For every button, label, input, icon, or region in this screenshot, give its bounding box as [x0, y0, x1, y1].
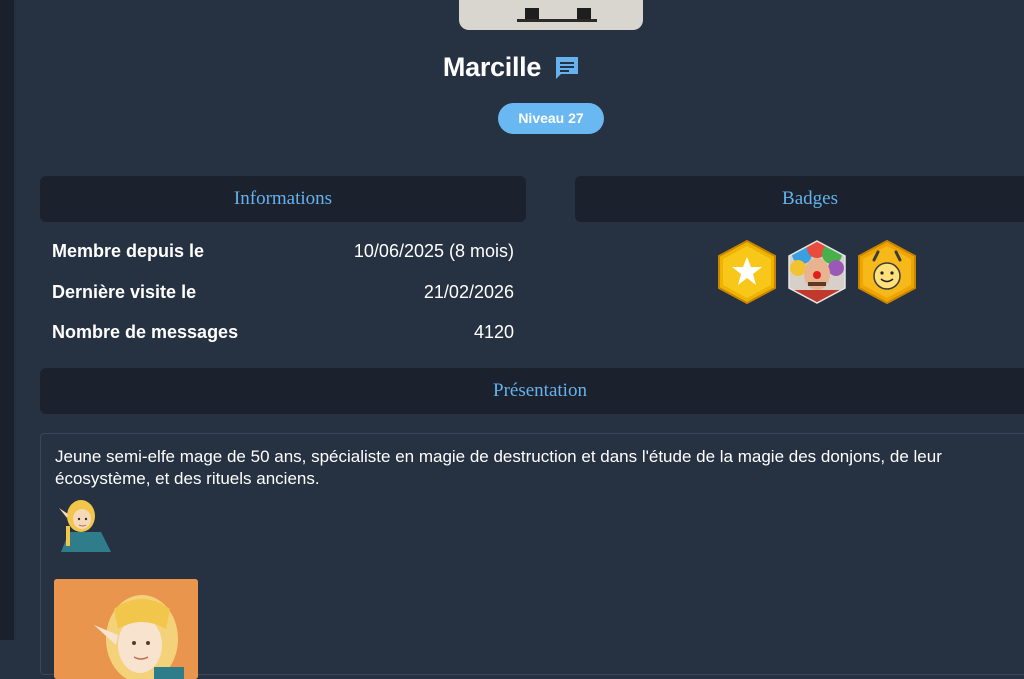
profile-avatar: [459, 0, 643, 30]
character-emote-image: [59, 500, 111, 552]
info-value: 4120: [473, 322, 514, 342]
informations-title: Informations: [233, 188, 333, 209]
info-value: 10/06/2025 (8 mois): [353, 241, 514, 261]
info-label: Nombre de messages: [52, 322, 239, 342]
profile-name: Marcille: [442, 52, 542, 82]
info-row-message-count: Nombre de messages 4120: [52, 322, 514, 344]
message-icon[interactable]: [553, 54, 581, 82]
badges-title: Badges: [782, 188, 838, 209]
level-badge: Niveau 27: [498, 103, 604, 134]
info-label: Dernière visite le: [52, 282, 197, 302]
badge-list: [716, 240, 918, 304]
profile-header: Marcille: [0, 52, 1024, 83]
badges-header: Badges: [575, 176, 1024, 222]
info-value: 21/02/2026: [423, 282, 514, 302]
left-rail: [0, 0, 14, 640]
info-row-last-visit: Dernière visite le 21/02/2026: [52, 282, 514, 304]
info-row-member-since: Membre depuis le 10/06/2025 (8 mois): [52, 241, 514, 263]
happy-face-badge-icon[interactable]: [856, 240, 918, 304]
presentation-header: Présentation: [40, 368, 1024, 414]
informations-header: Informations: [40, 176, 526, 222]
presentation-text: Jeune semi-elfe mage de 50 ans, spéciali…: [55, 447, 942, 488]
portrait-illustration: [54, 579, 198, 679]
presentation-content: Jeune semi-elfe mage de 50 ans, spéciali…: [40, 433, 1024, 679]
clown-badge-icon[interactable]: [786, 240, 848, 304]
presentation-title: Présentation: [493, 380, 587, 401]
character-portrait-image: [54, 579, 198, 679]
gold-star-badge-icon[interactable]: [716, 240, 778, 304]
info-label: Membre depuis le: [52, 241, 205, 261]
